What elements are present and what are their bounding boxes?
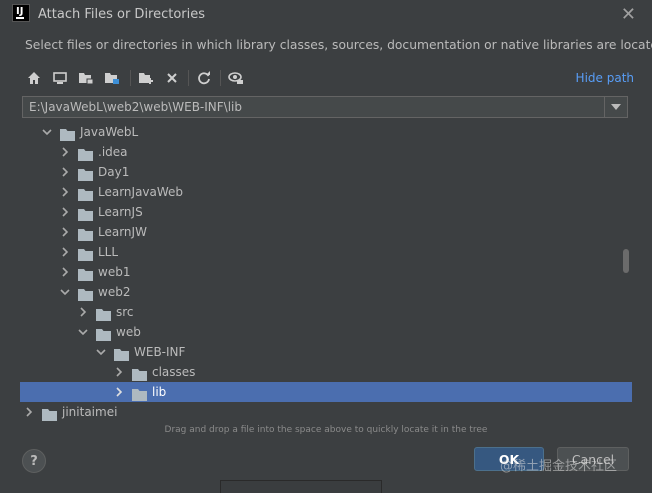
chevron-down-icon[interactable]: [60, 287, 70, 297]
tree-item-label: src: [116, 305, 134, 319]
chevron-right-icon[interactable]: [60, 247, 70, 257]
chevron-right-icon[interactable]: [114, 387, 124, 397]
hide-path-link[interactable]: Hide path: [576, 71, 634, 85]
tree-item-label: LearnJW: [98, 225, 147, 239]
tree-item-label: LLL: [98, 245, 119, 259]
tree-item[interactable]: LearnJW: [20, 222, 632, 242]
path-input[interactable]: E:\JavaWebL\web2\web\WEB-INF\lib: [22, 96, 628, 118]
folder-icon: [96, 306, 112, 321]
tree-item-label: web1: [98, 265, 131, 279]
tree-item[interactable]: .idea: [20, 142, 632, 162]
chevron-down-icon[interactable]: [78, 327, 88, 337]
tree-item-label: LearnJavaWeb: [98, 185, 184, 199]
tree-item[interactable]: LearnJS: [20, 202, 632, 222]
tree-item-label: web2: [98, 285, 131, 299]
tree-item-label: lib: [152, 385, 167, 399]
tree-item[interactable]: jinitaimei: [20, 402, 632, 422]
tree-item[interactable]: LearnJavaWeb: [20, 182, 632, 202]
chevron-down-icon[interactable]: [604, 97, 627, 117]
tree-item-label: .idea: [98, 145, 128, 159]
folder-icon: [60, 126, 76, 141]
folder-icon: [78, 266, 94, 281]
desktop-icon[interactable]: [50, 68, 70, 88]
folder-icon: [78, 146, 94, 161]
folder-icon: [78, 186, 94, 201]
toolbar: Hide path: [22, 66, 634, 90]
tree-item-label: LearnJS: [98, 205, 143, 219]
chevron-right-icon[interactable]: [60, 207, 70, 217]
chevron-right-icon[interactable]: [60, 227, 70, 237]
chevron-down-icon[interactable]: [42, 127, 52, 137]
folder-icon: [132, 386, 148, 401]
home-icon[interactable]: [24, 68, 44, 88]
tree-item-label: Day1: [98, 165, 130, 179]
tree-item-label: WEB-INF: [134, 345, 186, 359]
tree-item-label: JavaWebL: [80, 125, 139, 139]
tree-item[interactable]: web1: [20, 262, 632, 282]
drag-drop-hint: Drag and drop a file into the space abov…: [164, 425, 488, 435]
refresh-icon[interactable]: [194, 68, 214, 88]
new-folder-icon[interactable]: [136, 68, 156, 88]
watermark: @稀土掘金技术社区: [500, 459, 618, 474]
project-folder-icon[interactable]: [76, 68, 96, 88]
tree-item-label: web: [116, 325, 141, 339]
tree-item[interactable]: JavaWebL: [20, 122, 632, 142]
dialog-title: Attach Files or Directories: [38, 7, 206, 22]
folder-icon: [132, 366, 148, 381]
module-folder-icon[interactable]: [102, 68, 122, 88]
chevron-right-icon[interactable]: [78, 307, 88, 317]
folder-icon: [78, 286, 94, 301]
folder-icon: [96, 326, 112, 341]
chevron-right-icon[interactable]: [60, 267, 70, 277]
title-bar: IJ Attach Files or Directories ✕: [0, 0, 652, 30]
folder-icon: [78, 246, 94, 261]
folder-icon: [42, 406, 58, 421]
tree-item[interactable]: src: [20, 302, 632, 322]
tree-item[interactable]: WEB-INF: [20, 342, 632, 362]
path-value: E:\JavaWebL\web2\web\WEB-INF\lib: [29, 100, 243, 114]
close-icon[interactable]: ✕: [621, 4, 636, 25]
folder-icon: [78, 226, 94, 241]
chevron-right-icon[interactable]: [60, 187, 70, 197]
tree-item[interactable]: Day1: [20, 162, 632, 182]
tree-item[interactable]: web2: [20, 282, 632, 302]
tree-scrollbar[interactable]: [620, 121, 632, 423]
tree-item[interactable]: classes: [20, 362, 632, 382]
tree-item-label: classes: [152, 365, 196, 379]
folder-icon: [78, 206, 94, 221]
tree-item-label: jinitaimei: [62, 405, 118, 419]
chevron-right-icon[interactable]: [60, 167, 70, 177]
tree-item[interactable]: web: [20, 322, 632, 342]
chevron-right-icon[interactable]: [60, 147, 70, 157]
delete-icon[interactable]: [162, 68, 182, 88]
chevron-right-icon[interactable]: [114, 367, 124, 377]
dialog-description: Select files or directories in which lib…: [25, 38, 652, 52]
folder-icon: [114, 346, 130, 361]
scrollbar-thumb[interactable]: [623, 249, 629, 273]
chevron-down-icon[interactable]: [96, 347, 106, 357]
tree-item[interactable]: LLL: [20, 242, 632, 262]
folder-icon: [78, 166, 94, 181]
intellij-logo-icon: IJ: [12, 4, 30, 22]
background-window-fragment: [220, 480, 382, 493]
help-button[interactable]: ?: [22, 449, 46, 473]
show-hidden-icon[interactable]: [226, 68, 246, 88]
chevron-right-icon[interactable]: [24, 407, 34, 417]
file-tree[interactable]: JavaWebL .idea Day1 LearnJavaWeb LearnJS Lear…: [20, 121, 632, 423]
tree-item-selected[interactable]: lib: [20, 382, 632, 402]
